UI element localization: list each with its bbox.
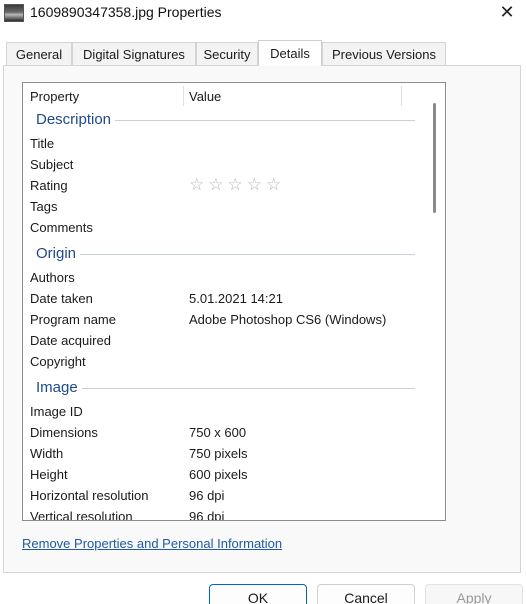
- tab-digital-signatures[interactable]: Digital Signatures: [72, 42, 196, 66]
- property-value[interactable]: 750 pixels: [189, 446, 248, 461]
- property-row-vertical-resolution[interactable]: Vertical resolution 96 dpi: [23, 507, 423, 521]
- section-divider: [36, 388, 415, 389]
- property-name: Comments: [30, 220, 93, 235]
- property-name: Tags: [30, 199, 58, 214]
- tab-general[interactable]: General: [6, 42, 72, 66]
- property-row-width[interactable]: Width 750 pixels: [23, 444, 423, 465]
- column-header-value[interactable]: Value: [189, 89, 221, 104]
- vertical-scrollbar[interactable]: [425, 83, 445, 520]
- property-row-height[interactable]: Height 600 pixels: [23, 465, 423, 486]
- property-row-tags[interactable]: Tags: [23, 197, 423, 218]
- property-name: Width: [30, 446, 64, 461]
- column-separator[interactable]: [401, 86, 402, 106]
- title-bar: 1609890347358.jpg Properties ✕: [0, 0, 526, 26]
- tab-previous-versions[interactable]: Previous Versions: [322, 42, 446, 66]
- star-icon[interactable]: ☆: [208, 175, 227, 194]
- tab-details[interactable]: Details: [258, 40, 322, 66]
- property-name: Image ID: [30, 404, 83, 419]
- property-name: Rating: [30, 178, 68, 193]
- property-name: Program name: [30, 312, 116, 327]
- star-icon[interactable]: ☆: [228, 175, 247, 194]
- property-row-copyright[interactable]: Copyright: [23, 352, 423, 373]
- close-button[interactable]: ✕: [494, 0, 520, 24]
- property-value[interactable]: 5.01.2021 14:21: [189, 291, 283, 306]
- property-value[interactable]: 96 dpi: [189, 488, 224, 503]
- property-row-rating[interactable]: Rating ☆☆☆☆☆: [23, 175, 423, 197]
- property-row-image-id[interactable]: Image ID: [23, 402, 423, 423]
- section-divider: [36, 254, 415, 255]
- star-icon[interactable]: ☆: [247, 175, 266, 194]
- property-row-date-acquired[interactable]: Date acquired: [23, 331, 423, 352]
- property-row-program-name[interactable]: Program name Adobe Photoshop CS6 (Window…: [23, 310, 423, 331]
- tab-strip: General Digital Signatures Security Deta…: [4, 40, 524, 66]
- star-icon[interactable]: ☆: [266, 175, 285, 194]
- details-list[interactable]: Property Value Description Title Subject…: [22, 82, 446, 521]
- property-name: Title: [30, 136, 55, 151]
- property-name: Subject: [30, 157, 74, 172]
- column-separator[interactable]: [183, 86, 184, 106]
- property-name: Horizontal resolution: [30, 488, 149, 503]
- property-name: Copyright: [30, 354, 86, 369]
- property-row-comments[interactable]: Comments: [23, 218, 423, 239]
- section-heading-image: Image: [23, 377, 423, 399]
- section-heading-origin: Origin: [23, 243, 423, 265]
- tab-security[interactable]: Security: [196, 42, 258, 66]
- property-name: Height: [30, 467, 68, 482]
- column-header-property[interactable]: Property: [30, 89, 79, 104]
- apply-button[interactable]: Apply: [425, 584, 523, 604]
- property-row-horizontal-resolution[interactable]: Horizontal resolution 96 dpi: [23, 486, 423, 507]
- property-value[interactable]: 96 dpi: [189, 509, 224, 520]
- property-name: Date taken: [30, 291, 93, 306]
- property-name: Date acquired: [30, 333, 111, 348]
- scrollbar-thumb[interactable]: [433, 103, 436, 213]
- section-heading-description: Description: [23, 109, 423, 131]
- property-name: Authors: [30, 270, 75, 285]
- property-row-subject[interactable]: Subject: [23, 155, 423, 176]
- column-header: Property Value: [23, 83, 423, 109]
- image-file-icon: [4, 4, 24, 22]
- property-name: Dimensions: [30, 425, 98, 440]
- property-value[interactable]: Adobe Photoshop CS6 (Windows): [189, 312, 386, 327]
- section-label: Description: [36, 111, 116, 128]
- property-name: Vertical resolution: [30, 509, 133, 521]
- property-value[interactable]: 750 x 600: [189, 425, 246, 440]
- star-icon[interactable]: ☆: [189, 175, 208, 194]
- property-row-dimensions[interactable]: Dimensions 750 x 600: [23, 423, 423, 444]
- property-row-date-taken[interactable]: Date taken 5.01.2021 14:21: [23, 289, 423, 310]
- window-title: 1609890347358.jpg Properties: [30, 4, 222, 20]
- cancel-button[interactable]: Cancel: [317, 584, 415, 604]
- property-row-authors[interactable]: Authors: [23, 268, 423, 289]
- section-label: Image: [36, 379, 82, 396]
- property-row-title[interactable]: Title: [23, 134, 423, 155]
- rating-stars[interactable]: ☆☆☆☆☆: [189, 175, 285, 195]
- ok-button[interactable]: OK: [209, 584, 307, 604]
- section-label: Origin: [36, 245, 81, 262]
- property-value[interactable]: 600 pixels: [189, 467, 248, 482]
- remove-properties-link[interactable]: Remove Properties and Personal Informati…: [22, 536, 282, 551]
